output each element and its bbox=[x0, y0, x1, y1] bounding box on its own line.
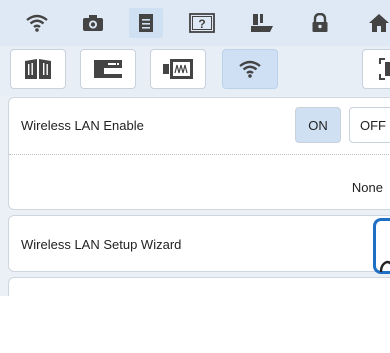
on-button[interactable]: ON bbox=[295, 107, 341, 143]
pointer-hand-icon bbox=[379, 260, 390, 273]
embroidery-icon bbox=[163, 59, 193, 79]
setup-wizard-panel[interactable]: Wireless LAN Setup Wizard bbox=[8, 215, 390, 274]
svg-text:?: ? bbox=[198, 17, 205, 31]
tab-document[interactable] bbox=[129, 8, 163, 38]
panel-divider bbox=[9, 154, 390, 155]
setup-wizard-label: Wireless LAN Setup Wizard bbox=[21, 237, 182, 252]
expand-icon bbox=[379, 58, 390, 80]
tab-home[interactable] bbox=[362, 8, 390, 38]
subtab-general[interactable] bbox=[10, 49, 66, 89]
document-icon bbox=[139, 14, 153, 32]
wireless-enable-label: Wireless LAN Enable bbox=[21, 118, 144, 133]
wifi-icon bbox=[239, 60, 261, 78]
tab-wifi[interactable] bbox=[20, 8, 54, 38]
tab-lock[interactable] bbox=[303, 8, 337, 38]
next-setting-panel bbox=[8, 277, 390, 296]
machine-icon bbox=[94, 60, 122, 78]
tab-help[interactable]: ? bbox=[185, 8, 219, 38]
settings-screen: ? Wireless LAN Enable ON OFF None Wirele… bbox=[0, 0, 390, 296]
presser-foot-icon bbox=[251, 14, 273, 32]
help-icon: ? bbox=[189, 13, 215, 33]
subtab-sewing[interactable] bbox=[80, 49, 136, 89]
camera-icon bbox=[83, 15, 103, 31]
wireless-enable-panel: Wireless LAN Enable ON OFF None bbox=[8, 97, 390, 210]
subtab-wireless[interactable] bbox=[222, 49, 278, 89]
network-status-value: None bbox=[351, 180, 383, 195]
wifi-icon bbox=[26, 14, 48, 32]
tab-camera[interactable] bbox=[76, 8, 110, 38]
top-tab-bar: ? bbox=[0, 0, 390, 46]
book-icon bbox=[25, 59, 51, 79]
off-button[interactable]: OFF bbox=[349, 107, 390, 143]
lock-icon bbox=[312, 13, 328, 32]
subtab-embroidery[interactable] bbox=[150, 49, 206, 89]
subtab-display[interactable] bbox=[362, 49, 390, 89]
home-icon bbox=[369, 14, 389, 32]
tab-presser-foot[interactable] bbox=[245, 8, 279, 38]
sub-tab-bar bbox=[0, 46, 390, 96]
